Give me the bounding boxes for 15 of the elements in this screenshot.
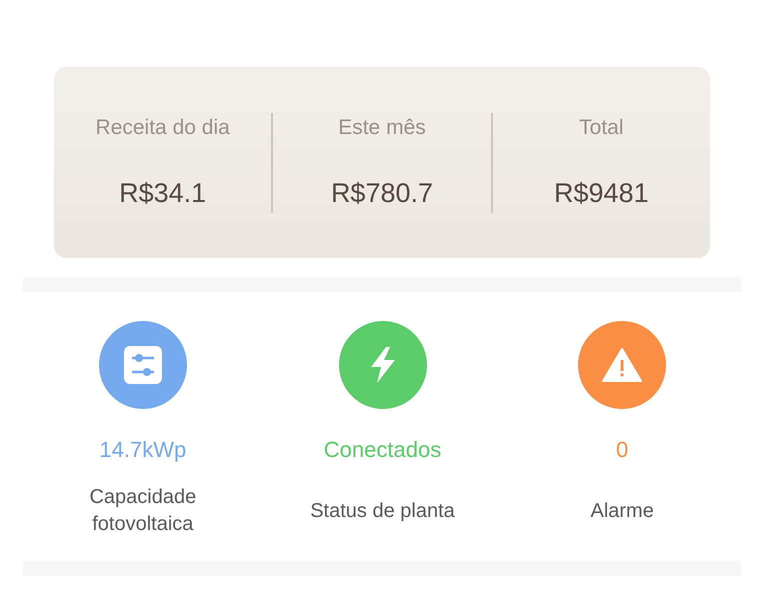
revenue-label: Total [579,116,624,140]
lightning-icon [368,347,396,383]
revenue-value: R$34.1 [119,178,206,209]
revenue-label: Receita do dia [96,116,230,140]
stat-value: 0 [616,437,628,463]
stat-value: Conectados [324,437,442,463]
stat-label: Alarme [589,498,655,524]
sliders-icon [124,346,162,384]
stat-value: 14.7kWp [99,437,186,463]
stat-label: Status de planta [309,498,456,524]
stat-label: Capacidade fotovoltaica [88,485,198,537]
warning-icon [602,348,642,382]
revenue-value: R$780.7 [330,178,434,209]
revenue-value: R$9481 [554,178,649,209]
revenue-label: Este mês [338,116,426,140]
